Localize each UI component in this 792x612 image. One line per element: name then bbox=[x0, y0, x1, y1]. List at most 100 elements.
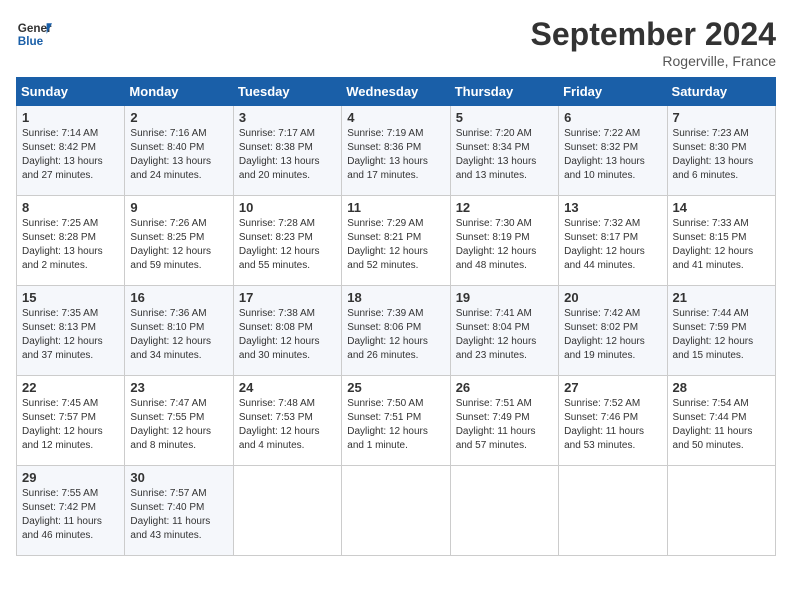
table-row: 7Sunrise: 7:23 AMSunset: 8:30 PMDaylight… bbox=[667, 106, 775, 196]
calendar-table: Sunday Monday Tuesday Wednesday Thursday… bbox=[16, 77, 776, 556]
cell-info: Sunrise: 7:29 AMSunset: 8:21 PMDaylight:… bbox=[347, 218, 428, 271]
cell-info: Sunrise: 7:44 AMSunset: 7:59 PMDaylight:… bbox=[673, 308, 754, 361]
day-number: 25 bbox=[347, 380, 444, 395]
cell-info: Sunrise: 7:14 AMSunset: 8:42 PMDaylight:… bbox=[22, 128, 103, 181]
header-saturday: Saturday bbox=[667, 78, 775, 106]
table-row: 24 Sunrise: 7:48 AMSunset: 7:53 PMDayligh… bbox=[233, 376, 341, 466]
day-number: 29 bbox=[22, 470, 119, 485]
location: Rogerville, France bbox=[531, 53, 776, 69]
day-number: 15 bbox=[22, 290, 119, 305]
cell-info: Sunrise: 7:32 AMSunset: 8:17 PMDaylight:… bbox=[564, 218, 645, 271]
day-number: 8 bbox=[22, 200, 119, 215]
cell-info: Sunrise: 7:28 AMSunset: 8:23 PMDaylight:… bbox=[239, 218, 320, 271]
table-row: 28 Sunrise: 7:54 AMSunset: 7:44 PMDayligh… bbox=[667, 376, 775, 466]
cell-info: Sunrise: 7:52 AMSunset: 7:46 PMDaylight:… bbox=[564, 398, 644, 451]
cell-info: Sunrise: 7:39 AMSunset: 8:06 PMDaylight:… bbox=[347, 308, 428, 361]
table-row: 15 Sunrise: 7:35 AMSunset: 8:13 PMDayligh… bbox=[17, 286, 125, 376]
cell-info: Sunrise: 7:26 AMSunset: 8:25 PMDaylight:… bbox=[130, 218, 211, 271]
table-row: 12 Sunrise: 7:30 AMSunset: 8:19 PMDayligh… bbox=[450, 196, 558, 286]
table-row: 11 Sunrise: 7:29 AMSunset: 8:21 PMDayligh… bbox=[342, 196, 450, 286]
day-number: 12 bbox=[456, 200, 553, 215]
day-number: 28 bbox=[673, 380, 770, 395]
day-number: 16 bbox=[130, 290, 227, 305]
day-number: 2 bbox=[130, 110, 227, 125]
cell-info: Sunrise: 7:42 AMSunset: 8:02 PMDaylight:… bbox=[564, 308, 645, 361]
table-row bbox=[667, 466, 775, 556]
day-number: 13 bbox=[564, 200, 661, 215]
cell-info: Sunrise: 7:38 AMSunset: 8:08 PMDaylight:… bbox=[239, 308, 320, 361]
cell-info: Sunrise: 7:35 AMSunset: 8:13 PMDaylight:… bbox=[22, 308, 103, 361]
title-block: September 2024 Rogerville, France bbox=[531, 16, 776, 69]
table-row: 13 Sunrise: 7:32 AMSunset: 8:17 PMDayligh… bbox=[559, 196, 667, 286]
table-row: 1 Sunrise: 7:14 AMSunset: 8:42 PMDaylight… bbox=[17, 106, 125, 196]
cell-info: Sunrise: 7:54 AMSunset: 7:44 PMDaylight:… bbox=[673, 398, 753, 451]
table-row: 19 Sunrise: 7:41 AMSunset: 8:04 PMDayligh… bbox=[450, 286, 558, 376]
header-sunday: Sunday bbox=[17, 78, 125, 106]
calendar-row: 1 Sunrise: 7:14 AMSunset: 8:42 PMDaylight… bbox=[17, 106, 776, 196]
day-number: 24 bbox=[239, 380, 336, 395]
cell-info: Sunrise: 7:17 AMSunset: 8:38 PMDaylight:… bbox=[239, 128, 320, 181]
day-header-row: Sunday Monday Tuesday Wednesday Thursday… bbox=[17, 78, 776, 106]
table-row bbox=[450, 466, 558, 556]
header-monday: Monday bbox=[125, 78, 233, 106]
day-number: 22 bbox=[22, 380, 119, 395]
day-number: 19 bbox=[456, 290, 553, 305]
calendar-row: 15 Sunrise: 7:35 AMSunset: 8:13 PMDayligh… bbox=[17, 286, 776, 376]
table-row: 5 Sunrise: 7:20 AMSunset: 8:34 PMDaylight… bbox=[450, 106, 558, 196]
cell-info: Sunrise: 7:22 AMSunset: 8:32 PMDaylight:… bbox=[564, 128, 645, 181]
cell-info: Sunrise: 7:47 AMSunset: 7:55 PMDaylight:… bbox=[130, 398, 211, 451]
day-number: 23 bbox=[130, 380, 227, 395]
cell-info: Sunrise: 7:25 AMSunset: 8:28 PMDaylight:… bbox=[22, 218, 103, 271]
cell-info: Sunrise: 7:48 AMSunset: 7:53 PMDaylight:… bbox=[239, 398, 320, 451]
table-row: 10 Sunrise: 7:28 AMSunset: 8:23 PMDayligh… bbox=[233, 196, 341, 286]
day-number: 14 bbox=[673, 200, 770, 215]
day-number: 7 bbox=[673, 110, 770, 125]
table-row: 8 Sunrise: 7:25 AMSunset: 8:28 PMDaylight… bbox=[17, 196, 125, 286]
cell-info: Sunrise: 7:19 AMSunset: 8:36 PMDaylight:… bbox=[347, 128, 428, 181]
day-number: 1 bbox=[22, 110, 119, 125]
day-number: 9 bbox=[130, 200, 227, 215]
day-number: 6 bbox=[564, 110, 661, 125]
cell-info: Sunrise: 7:55 AMSunset: 7:42 PMDaylight:… bbox=[22, 488, 102, 541]
table-row: 21Sunrise: 7:44 AMSunset: 7:59 PMDayligh… bbox=[667, 286, 775, 376]
day-number: 4 bbox=[347, 110, 444, 125]
cell-info: Sunrise: 7:45 AMSunset: 7:57 PMDaylight:… bbox=[22, 398, 103, 451]
cell-info: Sunrise: 7:41 AMSunset: 8:04 PMDaylight:… bbox=[456, 308, 537, 361]
cell-info: Sunrise: 7:36 AMSunset: 8:10 PMDaylight:… bbox=[130, 308, 211, 361]
table-row: 17 Sunrise: 7:38 AMSunset: 8:08 PMDayligh… bbox=[233, 286, 341, 376]
day-number: 17 bbox=[239, 290, 336, 305]
table-row: 26 Sunrise: 7:51 AMSunset: 7:49 PMDayligh… bbox=[450, 376, 558, 466]
cell-info: Sunrise: 7:30 AMSunset: 8:19 PMDaylight:… bbox=[456, 218, 537, 271]
logo-icon: General Blue bbox=[16, 16, 52, 52]
month-title: September 2024 bbox=[531, 16, 776, 53]
table-row bbox=[559, 466, 667, 556]
table-row bbox=[233, 466, 341, 556]
table-row: 16 Sunrise: 7:36 AMSunset: 8:10 PMDayligh… bbox=[125, 286, 233, 376]
day-number: 10 bbox=[239, 200, 336, 215]
cell-info: Sunrise: 7:51 AMSunset: 7:49 PMDaylight:… bbox=[456, 398, 536, 451]
header-tuesday: Tuesday bbox=[233, 78, 341, 106]
day-number: 18 bbox=[347, 290, 444, 305]
calendar-row: 29 Sunrise: 7:55 AMSunset: 7:42 PMDayligh… bbox=[17, 466, 776, 556]
table-row: 14Sunrise: 7:33 AMSunset: 8:15 PMDayligh… bbox=[667, 196, 775, 286]
table-row: 27 Sunrise: 7:52 AMSunset: 7:46 PMDayligh… bbox=[559, 376, 667, 466]
calendar-row: 8 Sunrise: 7:25 AMSunset: 8:28 PMDaylight… bbox=[17, 196, 776, 286]
day-number: 3 bbox=[239, 110, 336, 125]
cell-info: Sunrise: 7:57 AMSunset: 7:40 PMDaylight:… bbox=[130, 488, 210, 541]
table-row: 2 Sunrise: 7:16 AMSunset: 8:40 PMDaylight… bbox=[125, 106, 233, 196]
page-header: General Blue September 2024 Rogerville, … bbox=[16, 16, 776, 69]
day-number: 30 bbox=[130, 470, 227, 485]
svg-text:Blue: Blue bbox=[18, 35, 44, 48]
table-row: 20 Sunrise: 7:42 AMSunset: 8:02 PMDayligh… bbox=[559, 286, 667, 376]
day-number: 27 bbox=[564, 380, 661, 395]
cell-info: Sunrise: 7:50 AMSunset: 7:51 PMDaylight:… bbox=[347, 398, 428, 451]
table-row: 9 Sunrise: 7:26 AMSunset: 8:25 PMDaylight… bbox=[125, 196, 233, 286]
day-number: 11 bbox=[347, 200, 444, 215]
cell-info: Sunrise: 7:20 AMSunset: 8:34 PMDaylight:… bbox=[456, 128, 537, 181]
table-row: 23 Sunrise: 7:47 AMSunset: 7:55 PMDayligh… bbox=[125, 376, 233, 466]
day-number: 20 bbox=[564, 290, 661, 305]
table-row: 30 Sunrise: 7:57 AMSunset: 7:40 PMDayligh… bbox=[125, 466, 233, 556]
day-number: 26 bbox=[456, 380, 553, 395]
cell-info: Sunrise: 7:16 AMSunset: 8:40 PMDaylight:… bbox=[130, 128, 211, 181]
day-number: 5 bbox=[456, 110, 553, 125]
